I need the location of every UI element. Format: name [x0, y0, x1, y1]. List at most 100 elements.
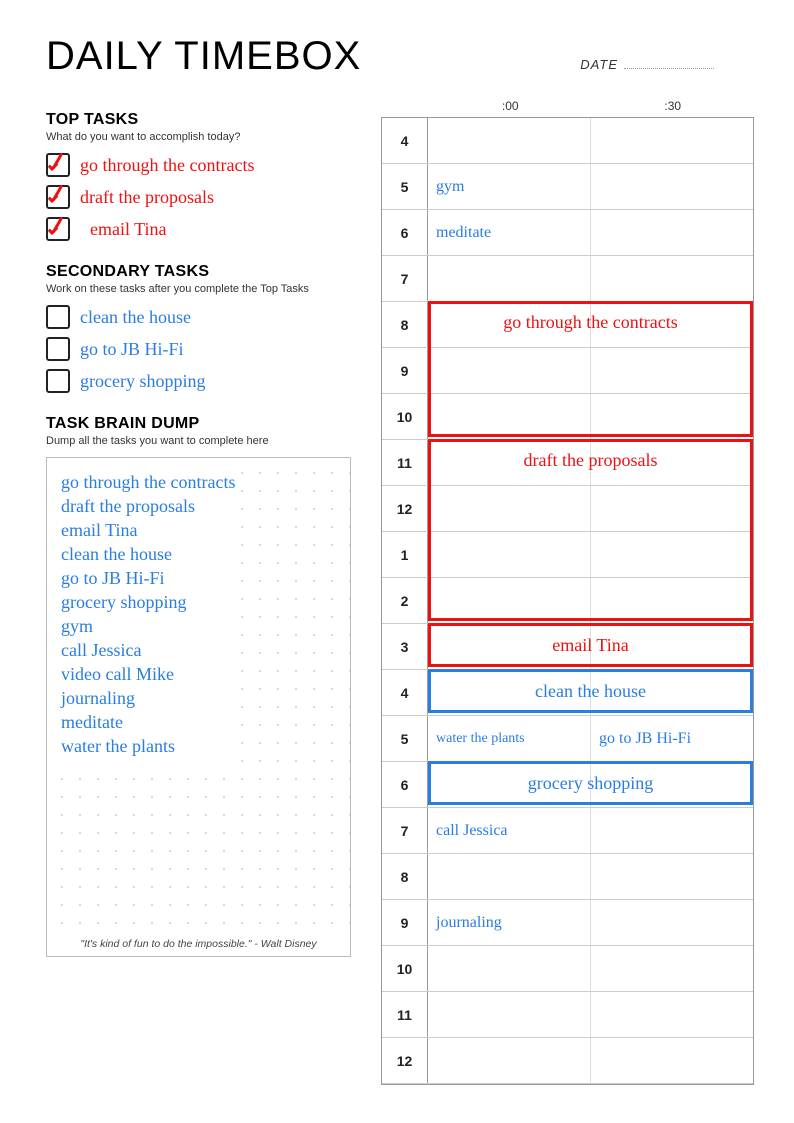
hour-row: 5gym [382, 164, 753, 210]
top-tasks-sub: What do you want to accomplish today? [46, 131, 351, 143]
cell-30[interactable] [591, 854, 753, 899]
cell-30[interactable] [591, 946, 753, 991]
cell-00[interactable]: meditate [428, 210, 591, 255]
cell-30[interactable] [591, 394, 753, 439]
hour-body[interactable]: meditate [428, 210, 753, 255]
hour-number: 8 [382, 302, 428, 347]
hour-number: 11 [382, 992, 428, 1037]
secondary-task-label: grocery shopping [80, 371, 205, 392]
cell-30[interactable] [591, 532, 753, 577]
date-field[interactable]: DATE [580, 57, 714, 72]
hour-row: 10 [382, 394, 753, 440]
hour-row: 8 [382, 302, 753, 348]
cell-30[interactable] [591, 992, 753, 1037]
hour-row: 2 [382, 578, 753, 624]
cell-30[interactable] [591, 118, 753, 163]
cell-00[interactable] [428, 624, 591, 669]
cell-30[interactable] [591, 1038, 753, 1083]
cell-00[interactable] [428, 348, 591, 393]
cell-30[interactable] [591, 348, 753, 393]
header: DAILY TIMEBOX DATE [46, 34, 754, 79]
hour-body[interactable] [428, 1038, 753, 1083]
hour-row: 8 [382, 854, 753, 900]
hour-body[interactable] [428, 992, 753, 1037]
cell-00[interactable]: water the plants [428, 716, 591, 761]
hour-body[interactable] [428, 532, 753, 577]
cell-00[interactable] [428, 532, 591, 577]
hour-body[interactable] [428, 256, 753, 301]
hour-body[interactable] [428, 394, 753, 439]
braindump-item: gym [61, 614, 235, 638]
hour-body[interactable] [428, 578, 753, 623]
checkbox-icon[interactable] [46, 337, 70, 361]
hour-number: 9 [382, 900, 428, 945]
hour-row: 5water the plantsgo to JB Hi-Fi [382, 716, 753, 762]
hour-body[interactable]: gym [428, 164, 753, 209]
top-task-label: draft the proposals [80, 187, 214, 208]
secondary-task-row: grocery shopping [46, 369, 351, 393]
hour-number: 10 [382, 394, 428, 439]
cell-00[interactable] [428, 578, 591, 623]
date-underline [624, 57, 714, 69]
cell-00[interactable]: call Jessica [428, 808, 591, 853]
cell-00[interactable] [428, 118, 591, 163]
cell-00[interactable] [428, 394, 591, 439]
cell-30[interactable] [591, 808, 753, 853]
cell-30[interactable] [591, 670, 753, 715]
hour-row: 6meditate [382, 210, 753, 256]
cell-00[interactable] [428, 992, 591, 1037]
cell-30[interactable] [591, 578, 753, 623]
cell-00[interactable] [428, 670, 591, 715]
cell-30[interactable]: go to JB Hi-Fi [591, 716, 753, 761]
cell-00[interactable] [428, 440, 591, 485]
hour-body[interactable]: call Jessica [428, 808, 753, 853]
cell-00[interactable]: gym [428, 164, 591, 209]
braindump-item: journaling [61, 686, 235, 710]
hour-body[interactable] [428, 348, 753, 393]
cell-30[interactable] [591, 210, 753, 255]
hour-body[interactable] [428, 624, 753, 669]
hour-number: 2 [382, 578, 428, 623]
cell-00[interactable] [428, 302, 591, 347]
hour-body[interactable] [428, 302, 753, 347]
cell-00[interactable] [428, 762, 591, 807]
cell-30[interactable] [591, 256, 753, 301]
cell-30[interactable] [591, 302, 753, 347]
hour-body[interactable] [428, 118, 753, 163]
cell-00[interactable] [428, 256, 591, 301]
cell-30[interactable] [591, 900, 753, 945]
cell-30[interactable] [591, 440, 753, 485]
cell-30[interactable] [591, 762, 753, 807]
hour-row: 10 [382, 946, 753, 992]
checkbox-icon[interactable] [46, 305, 70, 329]
hour-body[interactable] [428, 486, 753, 531]
hour-body[interactable]: water the plantsgo to JB Hi-Fi [428, 716, 753, 761]
cell-30[interactable] [591, 486, 753, 531]
checkbox-icon[interactable] [46, 153, 70, 177]
checkbox-icon[interactable] [46, 369, 70, 393]
hour-body[interactable] [428, 670, 753, 715]
cell-30[interactable] [591, 624, 753, 669]
hour-row: 7call Jessica [382, 808, 753, 854]
cell-00[interactable] [428, 486, 591, 531]
hour-number: 11 [382, 440, 428, 485]
braindump-box[interactable]: go through the contracts draft the propo… [46, 457, 351, 957]
cell-00[interactable] [428, 854, 591, 899]
cell-30[interactable] [591, 164, 753, 209]
schedule-header: :00 :30 [381, 99, 754, 113]
checkbox-icon[interactable] [46, 185, 70, 209]
hour-body[interactable] [428, 440, 753, 485]
braindump-item: clean the house [61, 542, 235, 566]
hour-body[interactable] [428, 946, 753, 991]
hour-body[interactable] [428, 854, 753, 899]
cell-00[interactable] [428, 1038, 591, 1083]
hour-row: 11 [382, 992, 753, 1038]
checkbox-icon[interactable] [46, 217, 70, 241]
cell-00[interactable] [428, 946, 591, 991]
hour-number: 12 [382, 486, 428, 531]
cell-00[interactable]: journaling [428, 900, 591, 945]
hour-body[interactable] [428, 762, 753, 807]
hour-body[interactable]: journaling [428, 900, 753, 945]
hour-number: 1 [382, 532, 428, 577]
col-00-label: :00 [429, 99, 592, 113]
